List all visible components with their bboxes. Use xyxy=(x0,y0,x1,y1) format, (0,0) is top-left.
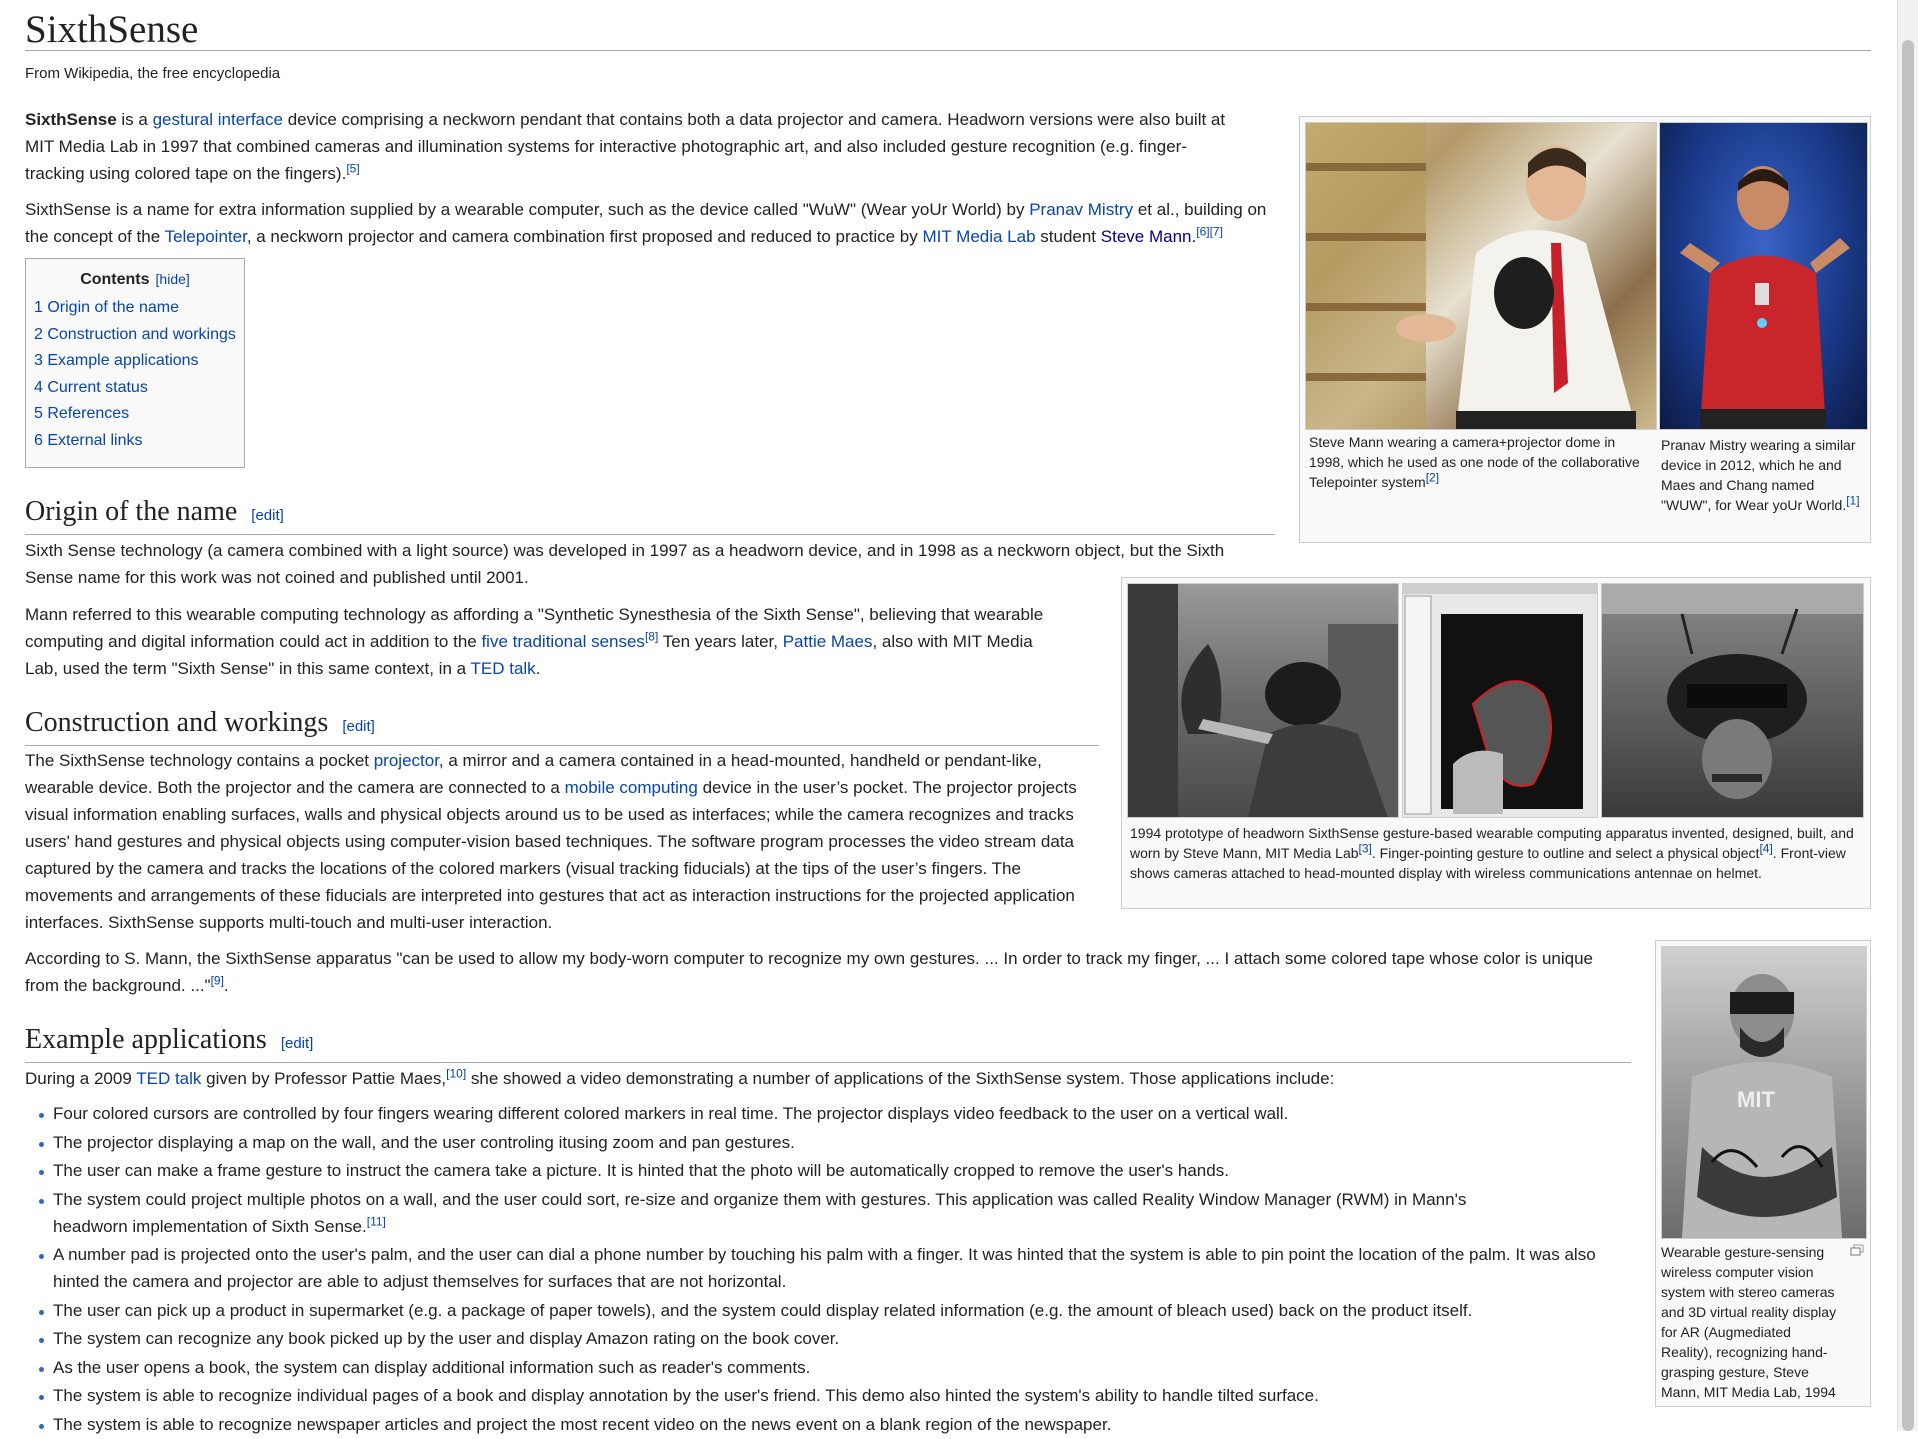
caption-pranav-mistry: Pranav Mistry wearing a similar device i… xyxy=(1661,437,1860,513)
link-five-senses[interactable]: five traditional senses xyxy=(481,632,644,651)
edit-construction-link[interactable]: [edit] xyxy=(342,718,375,735)
toc-hide-link[interactable]: [hide] xyxy=(156,271,190,287)
ref-1[interactable]: [1] xyxy=(1846,493,1859,507)
svg-text:MIT: MIT xyxy=(1737,1087,1775,1112)
ref-6[interactable]: [6] xyxy=(1196,224,1209,238)
toc-list: 1 Origin of the name 2 Construction and … xyxy=(34,295,244,454)
image-prototype-front[interactable] xyxy=(1601,583,1864,818)
image-mit-wearable[interactable]: MIT xyxy=(1661,946,1867,1239)
list-item: The system could project multiple photos… xyxy=(25,1186,1625,1240)
list-item: As the user opens a book, the system can… xyxy=(25,1354,1625,1381)
link-telepointer[interactable]: Telepointer xyxy=(165,227,247,246)
prototype-screen-capture xyxy=(1403,584,1597,815)
intro-paragraph-2: SixthSense is a name for extra informati… xyxy=(25,200,1267,246)
toc-title-row: Contents [hide] xyxy=(26,271,244,289)
list-item: Four colored cursors are controlled by f… xyxy=(25,1100,1625,1127)
thumb-mit-wearable: MIT Wearable gesture-sensing wireless co… xyxy=(1655,940,1871,1407)
toc-item-origin[interactable]: 1 Origin of the name xyxy=(34,299,179,316)
page-scrollbar[interactable] xyxy=(1897,0,1918,1431)
table-of-contents: Contents [hide] 1 Origin of the name 2 Co… xyxy=(25,258,245,468)
prototype-side-photo xyxy=(1128,584,1398,817)
thumb-mann-mistry: Steve Mann wearing a camera+projector do… xyxy=(1299,116,1871,543)
link-gestural-interface[interactable]: gestural interface xyxy=(153,110,283,129)
ref-10[interactable]: [10] xyxy=(446,1066,466,1080)
scrollbar-thumb[interactable] xyxy=(1902,40,1914,1431)
image-prototype-screen[interactable] xyxy=(1402,583,1598,818)
list-item: The system is able to recognize individu… xyxy=(25,1382,1625,1409)
ref-5[interactable]: [5] xyxy=(346,161,359,175)
page-title: SixthSense xyxy=(25,0,1871,51)
toc-item-construction[interactable]: 2 Construction and workings xyxy=(34,326,236,343)
caption-steve-mann: Steve Mann wearing a camera+projector do… xyxy=(1309,434,1640,490)
list-item: The system is able to recognize newspape… xyxy=(25,1411,1625,1438)
origin-paragraph-1: Sixth Sense technology (a camera combine… xyxy=(25,541,1225,587)
construction-paragraph-1: The SixthSense technology contains a poc… xyxy=(25,751,1077,932)
link-mobile-computing[interactable]: mobile computing xyxy=(565,778,698,797)
ref-11[interactable]: [11] xyxy=(367,1214,386,1228)
list-item: A number pad is projected onto the user'… xyxy=(25,1241,1625,1295)
mit-wearable-photo: MIT xyxy=(1682,974,1842,1238)
link-ted-talk-2[interactable]: TED talk xyxy=(136,1069,201,1088)
intro-bold-term: SixthSense xyxy=(25,110,117,129)
link-pranav-mistry[interactable]: Pranav Mistry xyxy=(1029,200,1133,219)
list-item: The projector displaying a map on the wa… xyxy=(25,1129,1625,1156)
ref-8[interactable]: [8] xyxy=(645,629,658,643)
edit-origin-link[interactable]: [edit] xyxy=(251,507,284,524)
site-subtitle: From Wikipedia, the free encyclopedia xyxy=(25,65,281,82)
link-ted-talk-1[interactable]: TED talk xyxy=(471,659,536,678)
ref-4[interactable]: [4] xyxy=(1759,841,1772,855)
link-pattie-maes[interactable]: Pattie Maes xyxy=(783,632,873,651)
toc-item-examples[interactable]: 3 Example applications xyxy=(34,352,199,369)
edit-examples-link[interactable]: [edit] xyxy=(281,1035,314,1052)
heading-construction: Construction and workings [edit] xyxy=(25,705,1099,746)
list-item: The user can pick up a product in superm… xyxy=(25,1297,1625,1324)
pranav-mistry-photo xyxy=(1680,166,1850,429)
enlarge-icon[interactable] xyxy=(1850,1243,1864,1256)
list-item: The user can make a frame gesture to ins… xyxy=(25,1157,1625,1184)
toc-title: Contents xyxy=(80,271,150,288)
image-pranav-mistry-2012[interactable] xyxy=(1659,122,1868,430)
heading-origin: Origin of the name [edit] xyxy=(25,494,1275,535)
ref-2[interactable]: [2] xyxy=(1426,470,1439,484)
toc-item-references[interactable]: 5 References xyxy=(34,405,129,422)
thumb-1994-prototype: 1994 prototype of headworn SixthSense ge… xyxy=(1121,577,1871,909)
construction-paragraph-2: According to S. Mann, the SixthSense app… xyxy=(25,949,1594,995)
enlarge-icon-graphic xyxy=(1850,1244,1864,1256)
ref-7[interactable]: [7] xyxy=(1210,224,1223,238)
prototype-front-photo xyxy=(1602,584,1863,799)
intro-paragraph-1: SixthSense is a gestural interface devic… xyxy=(25,110,1226,183)
list-item: The system can recognize any book picked… xyxy=(25,1325,1625,1352)
content: SixthSense From Wikipedia, the free ency… xyxy=(25,0,1871,1434)
caption-mit-wearable: Wearable gesture-sensing wireless comput… xyxy=(1661,1244,1837,1400)
link-mit-media-lab[interactable]: MIT Media Lab xyxy=(922,227,1035,246)
link-steve-mann[interactable]: Steve Mann xyxy=(1101,227,1192,246)
ref-3[interactable]: [3] xyxy=(1359,841,1372,855)
link-projector[interactable]: projector xyxy=(374,751,439,770)
toc-item-external-links[interactable]: 6 External links xyxy=(34,432,143,449)
caption-1994-prototype: 1994 prototype of headworn SixthSense ge… xyxy=(1130,825,1854,881)
examples-intro-paragraph: During a 2009 TED talk given by Professo… xyxy=(25,1066,1335,1088)
applications-list: Four colored cursors are controlled by f… xyxy=(25,1100,1625,1439)
origin-paragraph-2: Mann referred to this wearable computing… xyxy=(25,605,1044,678)
heading-examples: Example applications [edit] xyxy=(25,1022,1631,1063)
image-prototype-side[interactable] xyxy=(1127,583,1399,818)
ref-9[interactable]: [9] xyxy=(211,973,224,987)
steve-mann-photo xyxy=(1306,123,1636,429)
toc-item-current-status[interactable]: 4 Current status xyxy=(34,379,148,396)
image-steve-mann-1998[interactable] xyxy=(1305,122,1657,430)
